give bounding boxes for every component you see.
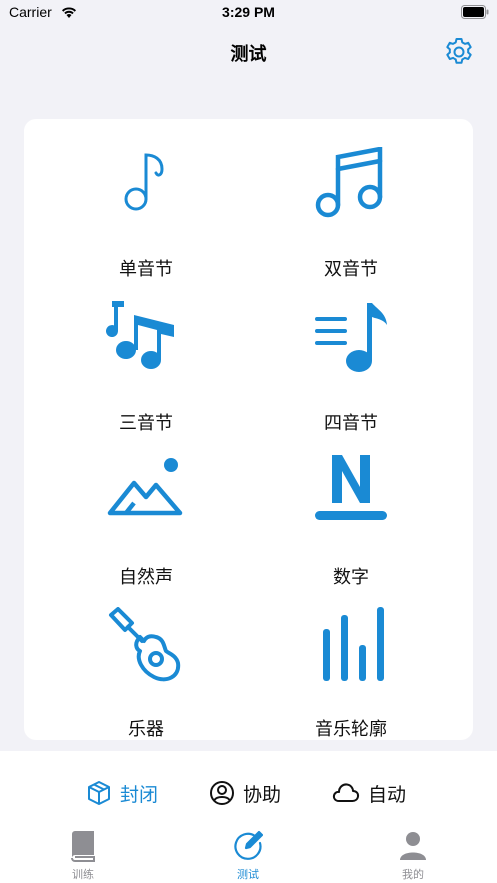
mode-label: 自动 — [368, 783, 407, 806]
tab-label: 我的 — [402, 868, 424, 881]
item-natural-sound[interactable]: 自然声 — [44, 455, 248, 588]
mode-label: 封闭 — [120, 783, 159, 806]
page-title: 测试 — [230, 44, 267, 65]
nav-bar: 测试 — [0, 28, 497, 74]
landscape-icon — [107, 458, 183, 516]
pencil-circle-icon — [234, 830, 263, 860]
item-number[interactable]: 数字 — [249, 455, 453, 588]
cube-icon — [88, 781, 110, 805]
guitar-icon — [109, 607, 181, 682]
item-quad-syllable[interactable]: 四音节 — [249, 301, 453, 434]
item-music-contour[interactable]: 音乐轮廓 — [249, 607, 453, 740]
person-circle-icon — [210, 781, 234, 805]
mode-closed-button[interactable]: 封闭 — [86, 777, 158, 809]
item-label: 四音节 — [324, 413, 378, 434]
test-category-card: 单音节 双音节 三音节 四音节 自然声 数字 乐器 音乐轮廓 — [24, 119, 473, 740]
item-instrument[interactable]: 乐器 — [44, 607, 248, 740]
item-label: 单音节 — [119, 259, 173, 280]
tab-mine[interactable]: 我的 — [358, 828, 468, 883]
cloud-icon — [332, 783, 360, 802]
item-single-syllable[interactable]: 单音节 — [44, 147, 248, 280]
item-label: 三音节 — [119, 413, 173, 434]
clock: 3:29 PM — [222, 4, 275, 20]
mode-auto-button[interactable]: 自动 — [332, 777, 406, 809]
letter-n-icon — [315, 455, 387, 520]
mode-label: 协助 — [243, 783, 282, 806]
item-label: 音乐轮廓 — [315, 719, 387, 740]
battery-icon — [461, 5, 489, 19]
beamed-notes-icon — [315, 147, 383, 218]
note-list-icon — [315, 303, 387, 372]
tab-label: 测试 — [237, 868, 259, 881]
item-label: 双音节 — [324, 259, 378, 280]
tab-label: 训练 — [72, 868, 94, 881]
item-label: 自然声 — [119, 567, 173, 588]
book-icon — [71, 831, 95, 862]
settings-gear-icon[interactable] — [443, 36, 475, 68]
eighth-note-icon — [124, 153, 164, 211]
tab-test[interactable]: 测试 — [193, 828, 303, 883]
status-bar: Carrier 3:29 PM — [0, 0, 497, 28]
triple-notes-icon — [106, 301, 174, 369]
item-double-syllable[interactable]: 双音节 — [249, 147, 453, 280]
person-icon — [400, 832, 426, 860]
item-label: 乐器 — [128, 719, 164, 740]
bars-icon — [323, 607, 384, 681]
item-triple-syllable[interactable]: 三音节 — [44, 301, 248, 434]
mode-assist-button[interactable]: 协助 — [209, 777, 281, 809]
tab-training[interactable]: 训练 — [28, 828, 138, 883]
item-label: 数字 — [333, 567, 369, 588]
